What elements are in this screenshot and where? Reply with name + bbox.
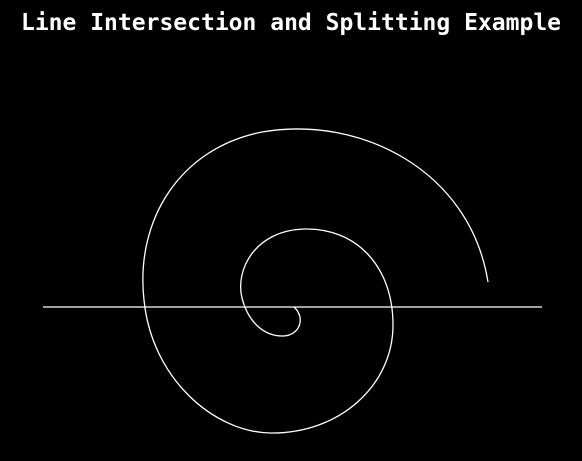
drawing-canvas[interactable] bbox=[0, 0, 582, 461]
spiral bbox=[142, 128, 489, 434]
